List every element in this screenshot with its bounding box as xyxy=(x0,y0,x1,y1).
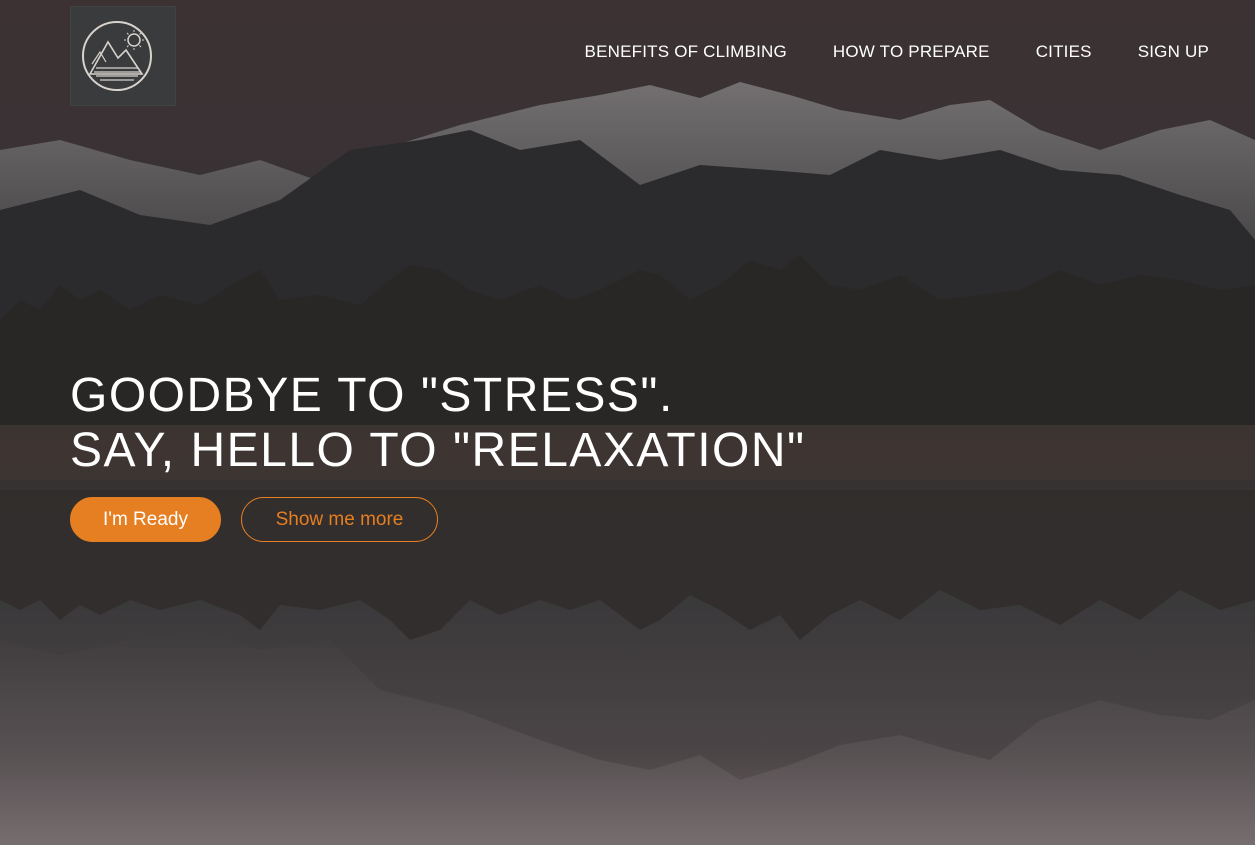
nav-how-to-prepare[interactable]: HOW TO PREPARE xyxy=(833,40,990,64)
site-logo[interactable] xyxy=(70,6,176,106)
show-me-more-button[interactable]: Show me more xyxy=(241,497,438,542)
main-navigation: BENEFITS OF CLIMBING HOW TO PREPARE CITI… xyxy=(585,40,1209,64)
hero-headline-line-2: SAY, HELLO TO "RELAXATION" xyxy=(70,424,806,477)
hero-headline-line-1: GOODBYE TO "STRESS". xyxy=(70,369,674,422)
hero-buttons: I'm Ready Show me more xyxy=(70,497,438,542)
nav-cities[interactable]: CITIES xyxy=(1036,40,1092,64)
hero-section: BENEFITS OF CLIMBING HOW TO PREPARE CITI… xyxy=(0,0,1255,845)
hero-headline: GOODBYE TO "STRESS". SAY, HELLO TO "RELA… xyxy=(70,368,806,478)
mountain-sun-badge-icon xyxy=(82,21,152,91)
im-ready-button[interactable]: I'm Ready xyxy=(70,497,221,542)
nav-sign-up[interactable]: SIGN UP xyxy=(1138,40,1209,64)
nav-benefits-of-climbing[interactable]: BENEFITS OF CLIMBING xyxy=(585,40,787,64)
